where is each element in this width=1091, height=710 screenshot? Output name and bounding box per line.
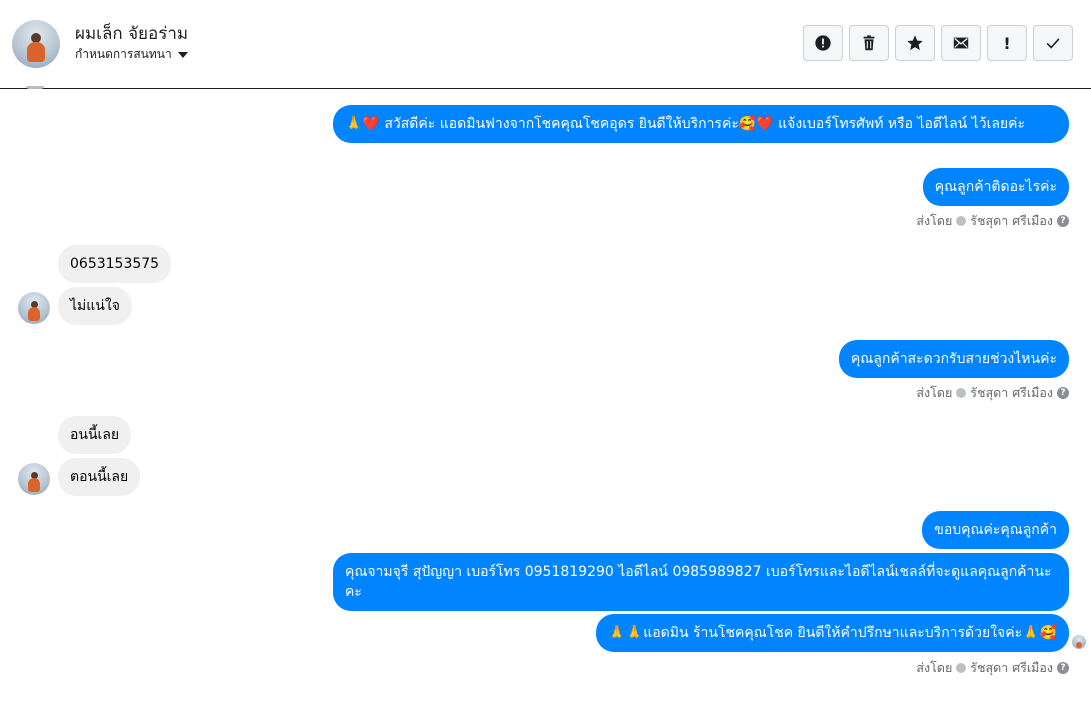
sent-by-label: ส่งโดย (916, 213, 953, 228)
incoming-message[interactable]: ตอนนี้เลย (58, 458, 141, 496)
outgoing-message[interactable]: 🙏🙏แอดมิน ร้านโชคคุณโชค ยินดีให้คำปรึกษาแ… (596, 614, 1069, 652)
mark-unread-button[interactable] (941, 25, 981, 61)
agent-status-icon (956, 663, 967, 673)
important-button[interactable]: ! (987, 25, 1027, 61)
agent-status-icon (956, 388, 967, 398)
incoming-message[interactable]: ไม่แน่ใจ (58, 287, 132, 325)
help-icon[interactable]: ? (1057, 662, 1069, 674)
incoming-message[interactable]: อนนี้เลย (58, 416, 132, 454)
conversation-settings-dropdown[interactable]: กำหนดการสนทนา (75, 45, 188, 64)
caret-down-icon (177, 51, 188, 58)
check-icon (1046, 38, 1060, 49)
agent-name[interactable]: รัชสุดา ศรีเมือง (970, 383, 1053, 403)
help-icon[interactable]: ? (1057, 215, 1069, 227)
agent-name[interactable]: รัชสุดา ศรีเมือง (970, 211, 1053, 231)
sent-by-meta: ส่งโดย รัชสุดา ศรีเมือง ? (916, 658, 1069, 678)
alert-circle-icon (815, 35, 831, 51)
agent-name[interactable]: รัชสุดา ศรีเมือง (970, 658, 1053, 678)
contact-avatar-small[interactable] (18, 292, 50, 324)
exclamation-icon: ! (1003, 33, 1011, 53)
mark-done-button[interactable] (1033, 25, 1073, 61)
contact-avatar[interactable] (12, 20, 60, 68)
delete-button[interactable] (849, 25, 889, 61)
scroll-overflow-edge (26, 86, 44, 89)
mark-spam-button[interactable] (803, 25, 843, 61)
star-button[interactable] (895, 25, 935, 61)
conversation-toolbar: ! (803, 25, 1073, 61)
outgoing-message[interactable]: 🙏❤️ สวัสดีค่ะ แอดมินฟางจากโชคคุณโชคอุดร … (333, 105, 1069, 143)
outgoing-message[interactable]: คุณลูกค้าติดอะไรค่ะ (922, 168, 1069, 206)
conversation-settings-label: กำหนดการสนทนา (75, 47, 172, 61)
agent-status-icon (956, 216, 967, 226)
contact-name[interactable]: ผมเล็ก จัยอร่าม (75, 20, 188, 47)
outgoing-message[interactable]: คุณลูกค้าสะดวกรับสายช่วงไหนค่ะ (838, 340, 1069, 378)
star-icon (907, 35, 923, 51)
sent-by-meta: ส่งโดย รัชสุดา ศรีเมือง ? (916, 383, 1069, 403)
envelope-icon (953, 37, 969, 49)
sent-by-label: ส่งโดย (916, 660, 953, 675)
outgoing-message[interactable]: คุณจามจุรี สุปัญญา เบอร์โทร 0951819290 ไ… (333, 553, 1069, 611)
outgoing-message[interactable]: ขอบคุณค่ะคุณลูกค้า (922, 511, 1069, 549)
seen-receipt-avatar (1072, 635, 1086, 649)
help-icon[interactable]: ? (1057, 387, 1069, 399)
trash-icon (863, 35, 875, 51)
incoming-message[interactable]: 0653153575 (58, 245, 172, 283)
conversation-header: ผมเล็ก จัยอร่าม กำหนดการสนทนา ! (0, 0, 1091, 89)
contact-avatar-small[interactable] (18, 463, 50, 495)
sent-by-label: ส่งโดย (916, 385, 953, 400)
sent-by-meta: ส่งโดย รัชสุดา ศรีเมือง ? (916, 211, 1069, 231)
